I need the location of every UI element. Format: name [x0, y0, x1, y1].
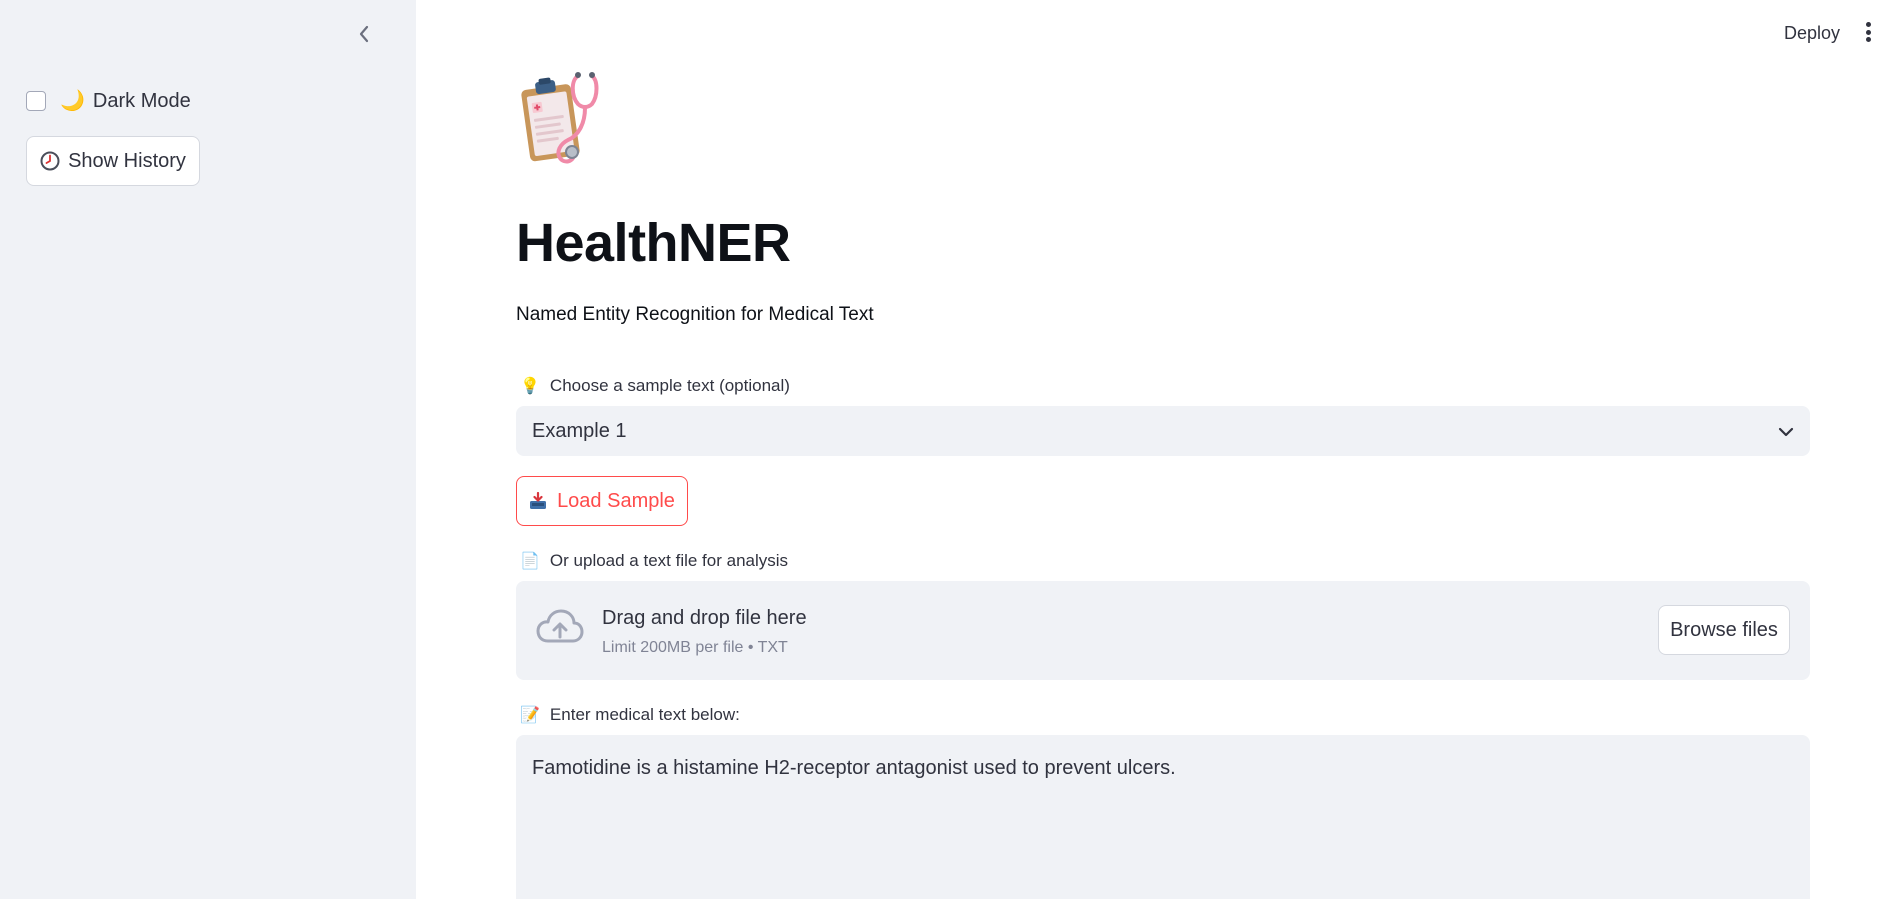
- main-content: HealthNER Named Entity Recognition for M…: [516, 0, 1810, 899]
- dark-mode-checkbox[interactable]: [26, 91, 46, 111]
- upload-label-text: Or upload a text file for analysis: [549, 551, 789, 570]
- dark-mode-toggle[interactable]: 🌙 Dark Mode: [26, 88, 191, 114]
- sample-select[interactable]: Example 1: [516, 406, 1810, 456]
- chevron-down-icon: [1778, 420, 1794, 443]
- upload-label: 📄 Or upload a text file for analysis: [520, 551, 788, 571]
- page-subtitle: Named Entity Recognition for Medical Tex…: [516, 304, 874, 325]
- inbox-tray-icon: [529, 492, 547, 510]
- chevron-left-icon: [358, 25, 370, 48]
- clock-icon: [40, 151, 60, 171]
- cloud-upload-icon: [536, 609, 584, 650]
- sample-select-value: Example 1: [532, 419, 627, 442]
- document-icon: 📄: [520, 553, 540, 570]
- text-input-label-text: Enter medical text below:: [549, 705, 740, 724]
- dropzone-limit: Limit 200MB per file • TXT: [602, 639, 788, 656]
- moon-icon: 🌙: [60, 90, 85, 112]
- file-dropzone[interactable]: Drag and drop file here Limit 200MB per …: [516, 581, 1810, 680]
- medical-text-input[interactable]: Famotidine is a histamine H2-receptor an…: [516, 735, 1810, 899]
- sidebar: 🌙 Dark Mode Show History: [0, 0, 416, 899]
- kebab-menu-icon[interactable]: [1860, 19, 1876, 45]
- collapse-sidebar-button[interactable]: [352, 22, 376, 50]
- browse-files-button[interactable]: Browse files: [1658, 605, 1790, 655]
- sample-select-label: 💡 Choose a sample text (optional): [520, 376, 790, 396]
- show-history-button[interactable]: Show History: [26, 136, 200, 186]
- load-sample-button[interactable]: Load Sample: [516, 476, 688, 526]
- text-input-label: 📝 Enter medical text below:: [520, 705, 740, 725]
- memo-icon: 📝: [520, 707, 540, 724]
- load-sample-label: Load Sample: [557, 489, 675, 512]
- sample-select-label-text: Choose a sample text (optional): [549, 376, 790, 395]
- lightbulb-icon: 💡: [520, 378, 540, 395]
- page-title: HealthNER: [516, 213, 791, 273]
- dark-mode-label: Dark Mode: [92, 89, 191, 112]
- show-history-label: Show History: [68, 149, 186, 172]
- clipboard-stethoscope-icon: [516, 66, 616, 170]
- dropzone-title: Drag and drop file here: [602, 607, 807, 629]
